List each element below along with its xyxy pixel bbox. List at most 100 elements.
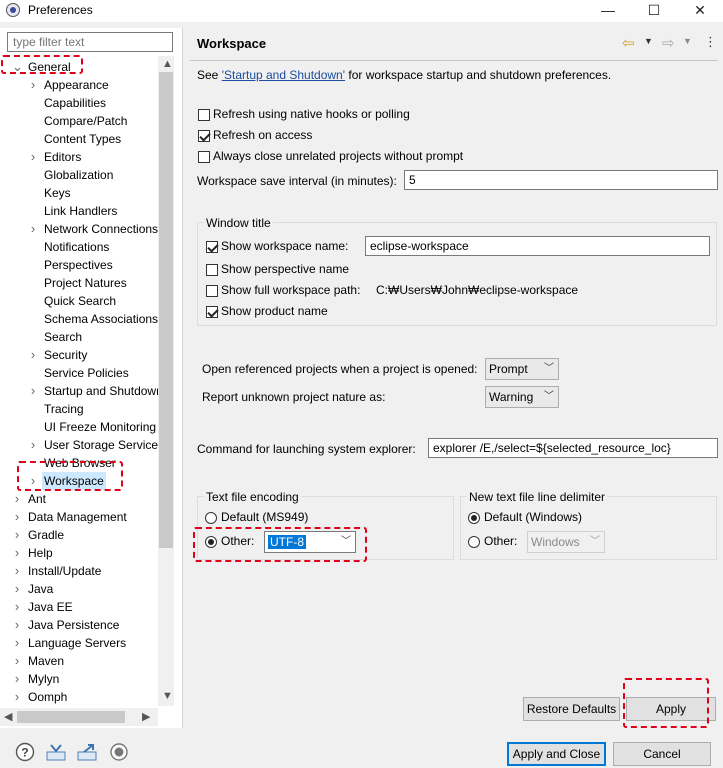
tree-item-language-servers[interactable]: Language Servers bbox=[28, 634, 126, 652]
command-input[interactable]: explorer /E,/select=${selected_resource_… bbox=[428, 438, 718, 458]
tree-item-install-update[interactable]: Install/Update bbox=[28, 562, 101, 580]
tree-expand-icon[interactable]: › bbox=[12, 672, 22, 685]
tree-expand-icon[interactable]: › bbox=[28, 222, 38, 235]
tree-item-project-natures[interactable]: Project Natures bbox=[44, 274, 127, 292]
tree-expand-icon[interactable]: › bbox=[12, 582, 22, 595]
workspace-name-input[interactable]: eclipse-workspace bbox=[365, 236, 710, 256]
show-full-path-checkbox[interactable] bbox=[206, 285, 218, 297]
tree-item-keys[interactable]: Keys bbox=[44, 184, 71, 202]
title-bar: Preferences — ☐ ✕ bbox=[0, 0, 723, 22]
help-icon[interactable]: ? bbox=[15, 742, 35, 762]
tree-expand-icon[interactable]: › bbox=[12, 492, 22, 505]
tree-item-user-storage-service[interactable]: User Storage Service bbox=[44, 436, 158, 454]
filter-input[interactable] bbox=[11, 34, 173, 50]
delimiter-default-radio[interactable] bbox=[468, 512, 480, 524]
tree-expand-icon[interactable]: › bbox=[12, 510, 22, 523]
tree-item-startup-and-shutdown[interactable]: Startup and Shutdown bbox=[44, 382, 158, 400]
open-referenced-select[interactable]: Prompt ﹀ bbox=[485, 358, 559, 380]
close-unrelated-checkbox[interactable] bbox=[198, 151, 210, 163]
tree-item-security[interactable]: Security bbox=[44, 346, 87, 364]
tree-item-mylyn[interactable]: Mylyn bbox=[28, 670, 59, 688]
record-icon[interactable] bbox=[109, 742, 129, 762]
tree-expand-icon[interactable]: › bbox=[28, 438, 38, 451]
forward-menu-chevron-icon[interactable]: ▼ bbox=[683, 36, 692, 46]
tree-expand-icon[interactable]: › bbox=[28, 348, 38, 361]
tree-item-capabilities[interactable]: Capabilities bbox=[44, 94, 106, 112]
tree-item-perspectives[interactable]: Perspectives bbox=[44, 256, 113, 274]
tree-item-network-connections[interactable]: Network Connections bbox=[44, 220, 158, 238]
tree-expand-icon[interactable]: › bbox=[12, 564, 22, 577]
eclipse-icon bbox=[6, 3, 20, 17]
tree-expand-icon[interactable]: › bbox=[28, 150, 38, 163]
tree-item-editors[interactable]: Editors bbox=[44, 148, 81, 166]
report-nature-select[interactable]: Warning ﹀ bbox=[485, 386, 559, 408]
tree-item-schema-associations[interactable]: Schema Associations bbox=[44, 310, 158, 328]
tree-item-content-types[interactable]: Content Types bbox=[44, 130, 121, 148]
back-menu-chevron-icon[interactable]: ▼ bbox=[644, 36, 653, 46]
tree-item-help[interactable]: Help bbox=[28, 544, 53, 562]
view-menu-icon[interactable]: ⋮ bbox=[704, 34, 717, 50]
filter-field[interactable] bbox=[7, 32, 173, 52]
page-title: Workspace bbox=[197, 36, 267, 51]
show-product-label: Show product name bbox=[221, 304, 328, 318]
window-title-group-label: Window title bbox=[204, 216, 273, 230]
startup-shutdown-note: See 'Startup and Shutdown' for workspace… bbox=[197, 68, 611, 82]
refresh-native-label: Refresh using native hooks or polling bbox=[213, 107, 410, 121]
save-interval-input[interactable]: 5 bbox=[404, 170, 718, 190]
minimize-button[interactable]: — bbox=[585, 0, 631, 22]
refresh-native-checkbox[interactable] bbox=[198, 109, 210, 121]
general-highlight-box bbox=[1, 55, 83, 74]
command-label: Command for launching system explorer: bbox=[197, 442, 416, 456]
tree-item-ui-freeze-monitoring[interactable]: UI Freeze Monitoring bbox=[44, 418, 156, 436]
scroll-down-icon[interactable]: ▼ bbox=[162, 690, 173, 702]
tree-item-notifications[interactable]: Notifications bbox=[44, 238, 109, 256]
tree-item-data-management[interactable]: Data Management bbox=[28, 508, 127, 526]
back-arrow-icon[interactable]: ⇦ bbox=[622, 34, 635, 52]
restore-defaults-button[interactable]: Restore Defaults bbox=[523, 697, 620, 721]
tree-horizontal-thumb[interactable] bbox=[17, 711, 125, 723]
refresh-access-checkbox[interactable] bbox=[198, 130, 210, 142]
tree-expand-icon[interactable]: › bbox=[12, 654, 22, 667]
close-button[interactable]: ✕ bbox=[677, 0, 723, 22]
tree-expand-icon[interactable]: › bbox=[12, 636, 22, 649]
tree-expand-icon[interactable]: › bbox=[12, 618, 22, 631]
export-icon[interactable] bbox=[76, 742, 97, 762]
tree-expand-icon[interactable]: › bbox=[12, 546, 22, 559]
tree-item-compare-patch[interactable]: Compare/Patch bbox=[44, 112, 127, 130]
tree-item-oomph[interactable]: Oomph bbox=[28, 688, 67, 706]
maximize-button[interactable]: ☐ bbox=[631, 0, 677, 22]
tree-item-quick-search[interactable]: Quick Search bbox=[44, 292, 116, 310]
encoding-default-radio[interactable] bbox=[205, 512, 217, 524]
tree-expand-icon[interactable]: › bbox=[12, 528, 22, 541]
scroll-left-icon[interactable]: ◀ bbox=[4, 710, 12, 723]
tree-item-link-handlers[interactable]: Link Handlers bbox=[44, 202, 117, 220]
show-workspace-name-checkbox[interactable] bbox=[206, 241, 218, 253]
tree-item-maven[interactable]: Maven bbox=[28, 652, 64, 670]
apply-and-close-button[interactable]: Apply and Close bbox=[507, 742, 606, 766]
tree-expand-icon[interactable]: › bbox=[12, 690, 22, 703]
scroll-right-icon[interactable]: ▶ bbox=[142, 710, 150, 723]
tree-expand-icon[interactable]: › bbox=[28, 384, 38, 397]
tree-item-gradle[interactable]: Gradle bbox=[28, 526, 64, 544]
forward-arrow-icon[interactable]: ⇨ bbox=[662, 34, 675, 52]
tree-item-java-persistence[interactable]: Java Persistence bbox=[28, 616, 119, 634]
tree-item-search[interactable]: Search bbox=[44, 328, 82, 346]
tree-expand-icon[interactable]: › bbox=[28, 78, 38, 91]
startup-shutdown-link[interactable]: 'Startup and Shutdown' bbox=[222, 68, 345, 82]
tree-item-java[interactable]: Java bbox=[28, 580, 53, 598]
import-icon[interactable] bbox=[45, 742, 66, 762]
cancel-button[interactable]: Cancel bbox=[613, 742, 711, 766]
show-perspective-checkbox[interactable] bbox=[206, 264, 218, 276]
delimiter-other-radio[interactable] bbox=[468, 536, 480, 548]
scroll-up-icon[interactable]: ▲ bbox=[162, 58, 173, 70]
tree-item-appearance[interactable]: Appearance bbox=[44, 76, 109, 94]
tree-item-java-ee[interactable]: Java EE bbox=[28, 598, 73, 616]
tree-item-service-policies[interactable]: Service Policies bbox=[44, 364, 129, 382]
open-referenced-label: Open referenced projects when a project … bbox=[202, 362, 478, 376]
show-product-checkbox[interactable] bbox=[206, 306, 218, 318]
tree-item-globalization[interactable]: Globalization bbox=[44, 166, 113, 184]
tree-item-tracing[interactable]: Tracing bbox=[44, 400, 84, 418]
tree-vertical-thumb[interactable] bbox=[159, 72, 173, 548]
tree-item-ant[interactable]: Ant bbox=[28, 490, 46, 508]
tree-expand-icon[interactable]: › bbox=[12, 600, 22, 613]
